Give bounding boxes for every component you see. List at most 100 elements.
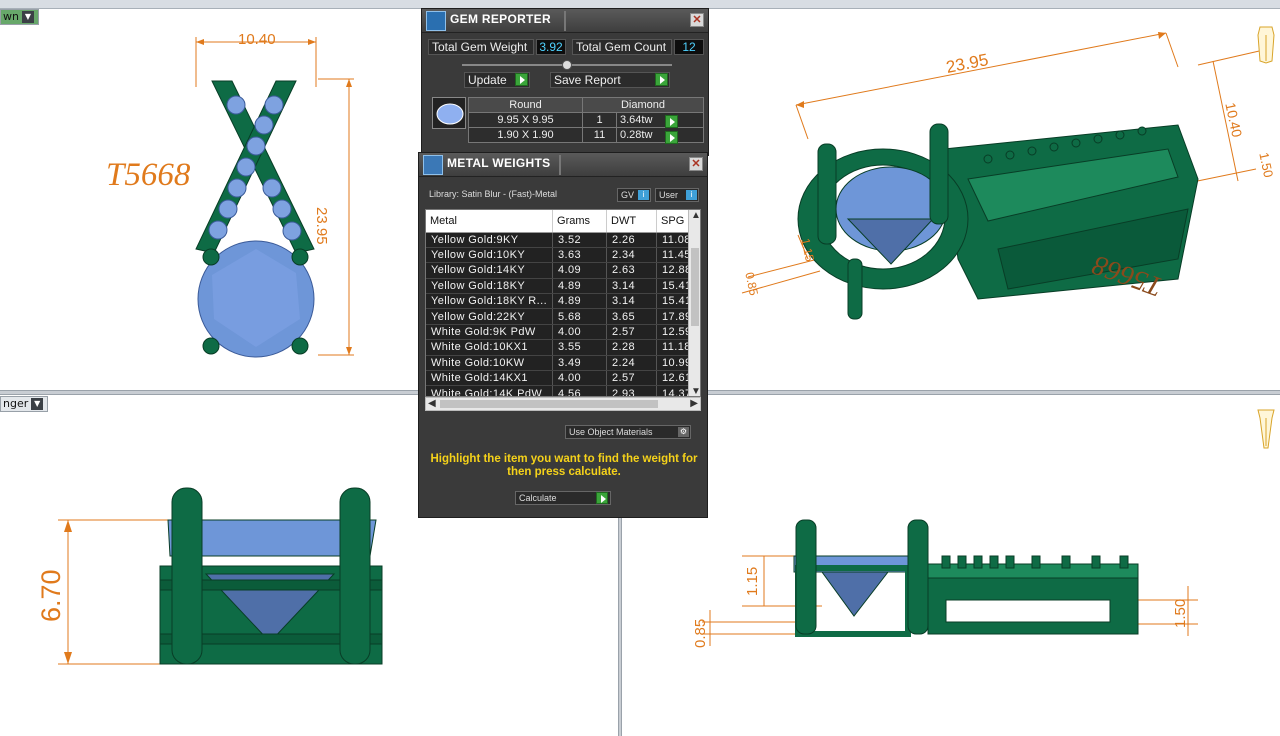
table-row[interactable]: Yellow Gold:14KY 4.09 2.63 12.88 — [426, 262, 698, 279]
table-row[interactable]: White Gold:10KX1 3.55 2.28 11.18 — [426, 339, 698, 356]
metal-table-container[interactable]: Metal Grams DWT SPG Yellow Gold:9KY 3.52 2… — [425, 209, 701, 397]
scroll-up-icon[interactable]: ▲ — [691, 210, 700, 222]
metal-name-cell: White Gold:10KX1 — [426, 339, 554, 356]
metal-name-cell: White Gold:14K PdW — [426, 385, 554, 396]
title-divider — [564, 11, 566, 31]
metal-name-cell: Yellow Gold:9KY — [426, 232, 554, 248]
dwt-cell: 2.24 — [606, 355, 658, 372]
col-grams[interactable]: Grams — [552, 210, 608, 233]
scroll-right-icon[interactable]: ▶ — [690, 398, 698, 410]
total-gem-weight-value: 3.92 — [536, 39, 566, 55]
view-cube-icon[interactable] — [1256, 25, 1276, 65]
table-row[interactable]: Yellow Gold:9KY 3.52 2.26 11.08 — [426, 232, 698, 248]
save-report-button[interactable]: Save Report — [550, 72, 670, 88]
grams-cell: 4.00 — [552, 370, 608, 387]
dwt-cell: 3.14 — [606, 293, 658, 310]
play-icon[interactable] — [655, 73, 668, 86]
metal-name-cell: Yellow Gold:22KY — [426, 308, 554, 325]
grams-cell: 4.56 — [552, 385, 608, 396]
side-height-dimension-label: 6.70 — [36, 569, 66, 622]
gem-header-shape: Round — [468, 97, 583, 113]
close-icon[interactable]: ✕ — [689, 157, 703, 171]
metal-name-cell: Yellow Gold:14KY — [426, 262, 554, 279]
grams-cell: 3.52 — [552, 232, 608, 248]
title-divider — [559, 155, 561, 175]
top-thickness-dimension-label: 1.50 — [1172, 598, 1189, 628]
gv-label: GV — [621, 190, 635, 200]
metal-table: Metal Grams DWT SPG Yellow Gold:9KY 3.52 2… — [426, 210, 698, 396]
metal-weights-panel: METAL WEIGHTS ✕ Library: Satin Blur - (F… — [418, 152, 708, 518]
metal-name-cell: White Gold:10KW — [426, 355, 554, 372]
table-row[interactable]: White Gold:14K PdW 4.56 2.93 14.37 — [426, 385, 698, 396]
total-gem-count-value: 12 — [674, 39, 704, 55]
table-row[interactable]: White Gold:10KW 3.49 2.24 10.99 — [426, 355, 698, 372]
view-cube-icon[interactable] — [1256, 406, 1276, 452]
table-row[interactable]: Yellow Gold:22KY 5.68 3.65 17.89 — [426, 308, 698, 325]
dwt-cell: 2.26 — [606, 232, 658, 248]
gem-header-type: Diamond — [582, 97, 704, 113]
dwt-cell: 3.14 — [606, 278, 658, 295]
gem-size-cell: 9.95 X 9.95 — [468, 112, 583, 128]
vertical-scrollbar[interactable]: ▲ ▼ — [688, 210, 700, 396]
metal-weights-titlebar[interactable]: METAL WEIGHTS ✕ — [419, 153, 707, 177]
col-dwt[interactable]: DWT — [606, 210, 658, 233]
metal-name-cell: Yellow Gold:18KY R... — [426, 293, 554, 310]
play-icon[interactable] — [596, 492, 608, 504]
horizontal-scrollbar[interactable]: ◀ ▶ — [425, 397, 701, 411]
user-toggle[interactable]: User i — [655, 188, 699, 202]
viewport-top[interactable]: 1.15 0.85 1.50 — [622, 396, 1280, 736]
metal-weights-title: METAL WEIGHTS — [447, 156, 551, 170]
gem-reporter-title: GEM REPORTER — [450, 12, 551, 26]
chevron-down-icon[interactable]: ▼ — [21, 11, 34, 23]
play-icon[interactable] — [515, 73, 528, 86]
gem-weight-cell: 0.28tw — [616, 127, 704, 143]
gem-qty-cell: 11 — [582, 127, 617, 143]
viewport-front-label[interactable]: wn ▼ — [0, 9, 39, 25]
viewport-front[interactable]: wn ▼ 10.40 23.95 T5668 — [0, 9, 418, 390]
gem-reporter-icon — [426, 11, 446, 31]
viewport-perspective[interactable]: 23.95 10.40 1.50 1.15 0.85 T5668 — [708, 9, 1280, 390]
scroll-down-icon[interactable]: ▼ — [691, 386, 700, 396]
dwt-cell: 2.57 — [606, 370, 658, 387]
metal-name-cell: White Gold:9K PdW — [426, 324, 554, 341]
user-label: User — [659, 190, 679, 200]
front-view-drawing — [195, 37, 354, 358]
dwt-cell: 2.63 — [606, 262, 658, 279]
play-icon[interactable] — [665, 131, 678, 144]
report-slider-handle[interactable] — [562, 60, 572, 70]
table-row[interactable]: Yellow Gold:10KY 3.63 2.34 11.45 — [426, 247, 698, 264]
table-row[interactable]: White Gold:14KX1 4.00 2.57 12.61 — [426, 370, 698, 387]
gem-size-cell: 1.90 X 1.90 — [468, 127, 583, 143]
total-gem-count-label: Total Gem Count — [572, 39, 672, 55]
grams-cell: 4.00 — [552, 324, 608, 341]
update-label: Update — [468, 73, 507, 87]
scroll-thumb[interactable] — [440, 400, 658, 408]
gem-reporter-titlebar[interactable]: GEM REPORTER ✕ — [422, 9, 708, 33]
dwt-cell: 2.34 — [606, 247, 658, 264]
scroll-left-icon[interactable]: ◀ — [428, 398, 436, 410]
perspective-view-drawing — [741, 32, 1269, 320]
scroll-thumb[interactable] — [691, 248, 699, 326]
gem-weight-cell: 3.64tw — [616, 112, 704, 128]
top-view-drawing — [702, 519, 1198, 646]
use-object-materials-label: Use Object Materials — [569, 427, 653, 437]
dwt-cell: 3.65 — [606, 308, 658, 325]
instruction-text: Highlight the item you want to find the … — [430, 453, 698, 478]
chevron-down-icon[interactable]: ▼ — [31, 398, 44, 410]
grams-cell: 4.89 — [552, 293, 608, 310]
play-icon[interactable] — [665, 115, 678, 128]
viewport-side-label[interactable]: nger ▼ — [0, 396, 49, 412]
top-base-dimension-label: 0.85 — [692, 618, 709, 648]
round-gem-icon — [432, 97, 466, 129]
close-icon[interactable]: ✕ — [690, 13, 704, 27]
table-row[interactable]: Yellow Gold:18KY 4.89 3.14 15.41 — [426, 278, 698, 295]
total-gem-weight-label: Total Gem Weight — [428, 39, 534, 55]
table-row[interactable]: Yellow Gold:18KY R... 4.89 3.14 15.41 — [426, 293, 698, 310]
metal-name-cell: Yellow Gold:18KY — [426, 278, 554, 295]
grams-cell: 3.63 — [552, 247, 608, 264]
col-metal[interactable]: Metal — [426, 210, 554, 233]
use-object-materials-dropdown[interactable]: Use Object Materials ⚙ — [565, 425, 691, 439]
table-row[interactable]: White Gold:9K PdW 4.00 2.57 12.59 — [426, 324, 698, 341]
gv-toggle[interactable]: GV i — [617, 188, 651, 202]
library-label: Library: Satin Blur - (Fast)-Metal — [429, 189, 558, 199]
